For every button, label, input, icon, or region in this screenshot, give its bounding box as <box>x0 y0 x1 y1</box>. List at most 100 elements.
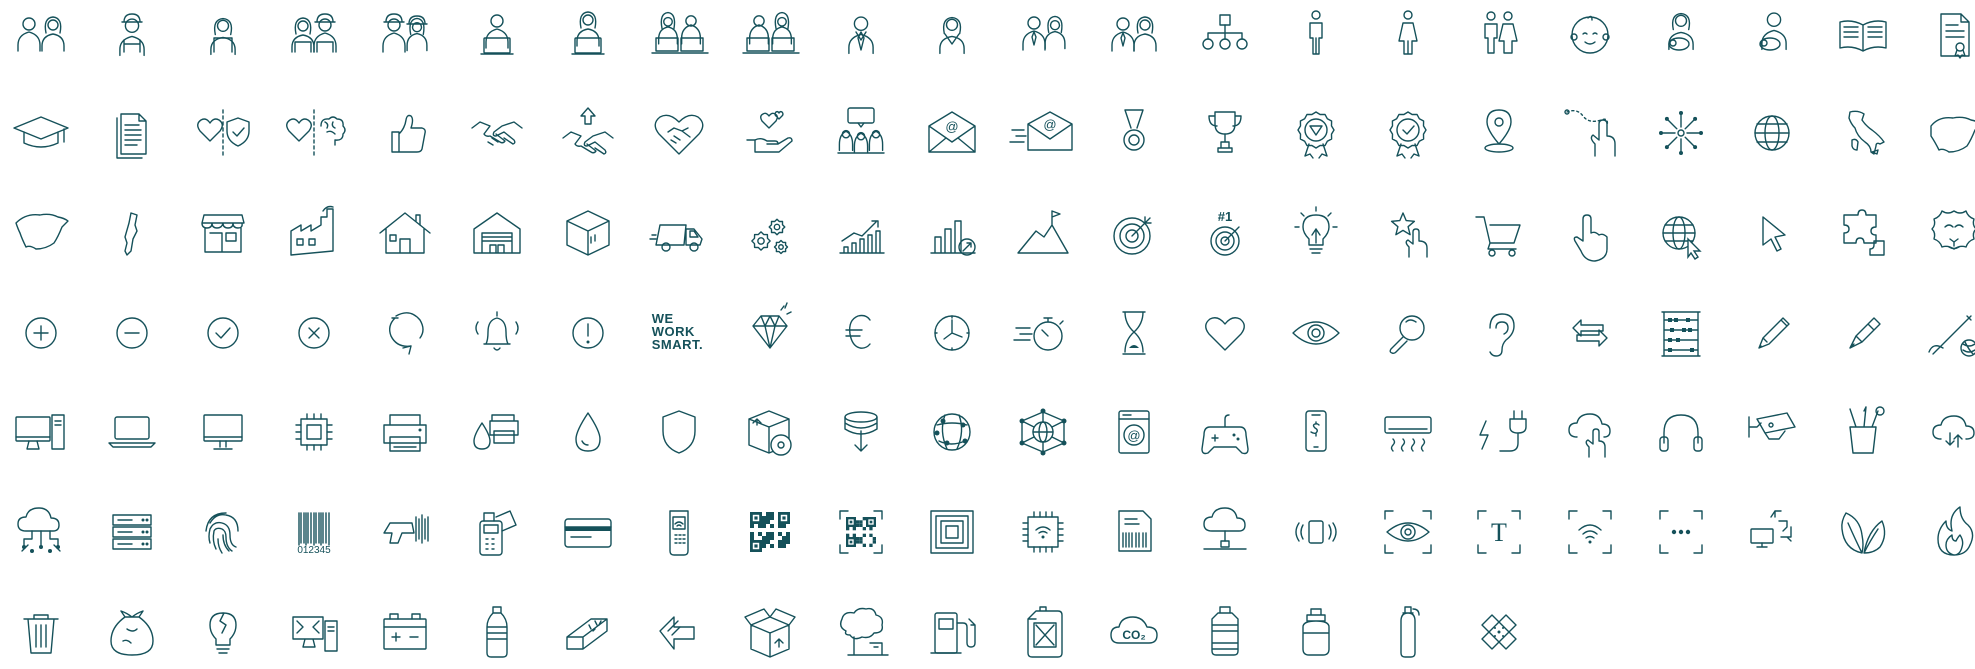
factory-icon <box>279 199 349 269</box>
metal-bar-icon <box>553 597 623 667</box>
close-circle-icon <box>279 298 349 368</box>
svg-text:CO₂: CO₂ <box>1123 628 1146 642</box>
businesswoman-icon <box>917 0 987 70</box>
barcode-label-icon <box>1099 497 1169 567</box>
washing-machine-icon: @ <box>1099 397 1169 467</box>
plastic-bottle-icon <box>462 597 532 667</box>
broken-bulb-icon <box>188 597 258 667</box>
ink-drop-icon <box>553 397 623 467</box>
gas-cylinder-icon <box>1281 597 1351 667</box>
cardboard-icon <box>644 597 714 667</box>
bandage-icon <box>1464 597 1534 667</box>
wifi-scan-icon <box>1555 497 1625 567</box>
construction-worker-icon <box>97 0 167 70</box>
shield-icon <box>644 397 714 467</box>
globe-click-icon <box>1646 199 1716 269</box>
globe-icon <box>1737 98 1807 168</box>
vibration-icon <box>1281 497 1351 567</box>
plus-circle-icon <box>6 298 76 368</box>
ink-printer-icon <box>462 397 532 467</box>
flame-icon <box>1919 497 1975 567</box>
mouse-cursor-icon <box>1737 199 1807 269</box>
svg-text:#1: #1 <box>1218 209 1232 224</box>
route-touch-icon <box>1555 98 1625 168</box>
ear-icon <box>1464 298 1534 368</box>
diamond-icon <box>735 298 805 368</box>
bell-icon <box>462 298 532 368</box>
fuel-pump-icon <box>917 597 987 667</box>
stopwatch-speed-icon <box>1008 298 1078 368</box>
svg-text:@: @ <box>1043 117 1056 132</box>
data-stack-icon <box>826 397 896 467</box>
clock-icon <box>917 298 987 368</box>
check-circle-icon <box>188 298 258 368</box>
documents-icon <box>97 98 167 168</box>
svg-text:T: T <box>1491 518 1507 547</box>
couple-icon <box>6 0 76 70</box>
svg-text:@: @ <box>945 119 958 134</box>
medal-icon <box>1099 98 1169 168</box>
target-icon <box>1099 199 1169 269</box>
icon-grid: @ @ #1 WE WORK SMART. @012345 T CO₂ <box>0 0 1975 669</box>
woman-icon <box>1373 0 1443 70</box>
barcode-icon: 012345 <box>279 497 349 567</box>
team-pair-icon <box>1099 0 1169 70</box>
brand-line3: SMART. <box>651 337 704 352</box>
monitor-icon <box>188 397 258 467</box>
woman-laptop-icon <box>553 0 623 70</box>
thumbs-up-icon <box>370 98 440 168</box>
lion-icon <box>1919 199 1975 269</box>
cpu-chip-icon <box>279 397 349 467</box>
credit-card-icon <box>553 497 623 567</box>
pointer-hand-icon <box>1555 199 1625 269</box>
delivery-truck-icon <box>644 199 714 269</box>
number-one-target-icon: #1 <box>1190 199 1260 269</box>
portugal-map-icon <box>97 199 167 269</box>
network-globe-icon <box>917 397 987 467</box>
handshake-icon <box>462 98 532 168</box>
businessman-icon <box>826 0 896 70</box>
car-battery-icon <box>370 597 440 667</box>
cloud-touch-icon <box>1555 397 1625 467</box>
italy-map-icon <box>1828 98 1898 168</box>
man-woman-icon <box>1464 0 1534 70</box>
growth-chart-icon <box>826 199 896 269</box>
gears-icon <box>735 199 805 269</box>
open-book-icon <box>1828 0 1898 70</box>
leaves-icon <box>1828 497 1898 567</box>
magnifier-icon <box>1373 298 1443 368</box>
eye-icon <box>1281 298 1351 368</box>
dots-scan-icon <box>1646 497 1716 567</box>
electronic-waste-icon <box>279 597 349 667</box>
laptop-pair-icon <box>644 0 714 70</box>
refresh-icon <box>370 298 440 368</box>
oxygen-tank-icon <box>1373 597 1443 667</box>
location-pin-icon <box>1464 98 1534 168</box>
pos-terminal-icon <box>462 497 532 567</box>
jerrycan-icon <box>1008 597 1078 667</box>
gamepad-icon <box>1190 397 1260 467</box>
pen-icon <box>1828 298 1898 368</box>
pencil-icon <box>1737 298 1807 368</box>
security-camera-icon <box>1737 397 1807 467</box>
minus-circle-icon <box>97 298 167 368</box>
hourglass-icon <box>1099 298 1169 368</box>
barcode-scanner-icon <box>370 497 440 567</box>
expand-arrows-icon <box>1646 98 1716 168</box>
eye-scan-icon <box>1373 497 1443 567</box>
svg-text:@: @ <box>1128 428 1141 443</box>
wifi-chip-icon <box>1008 497 1078 567</box>
shop-icon <box>188 199 258 269</box>
meeting-icon <box>826 98 896 168</box>
svg-text:012345: 012345 <box>298 545 332 556</box>
co2-cloud-icon: CO₂ <box>1099 597 1169 667</box>
garbage-bag-icon <box>97 597 167 667</box>
heart-shield-icon <box>188 98 258 168</box>
spain-map-icon <box>1919 98 1975 168</box>
quality-badge-icon <box>1281 98 1351 168</box>
exchange-arrows-icon <box>1555 298 1625 368</box>
mountain-flag-icon <box>1008 199 1078 269</box>
air-conditioner-icon <box>1373 397 1443 467</box>
caring-hand-icon <box>735 98 805 168</box>
laptop-team-icon <box>735 0 805 70</box>
